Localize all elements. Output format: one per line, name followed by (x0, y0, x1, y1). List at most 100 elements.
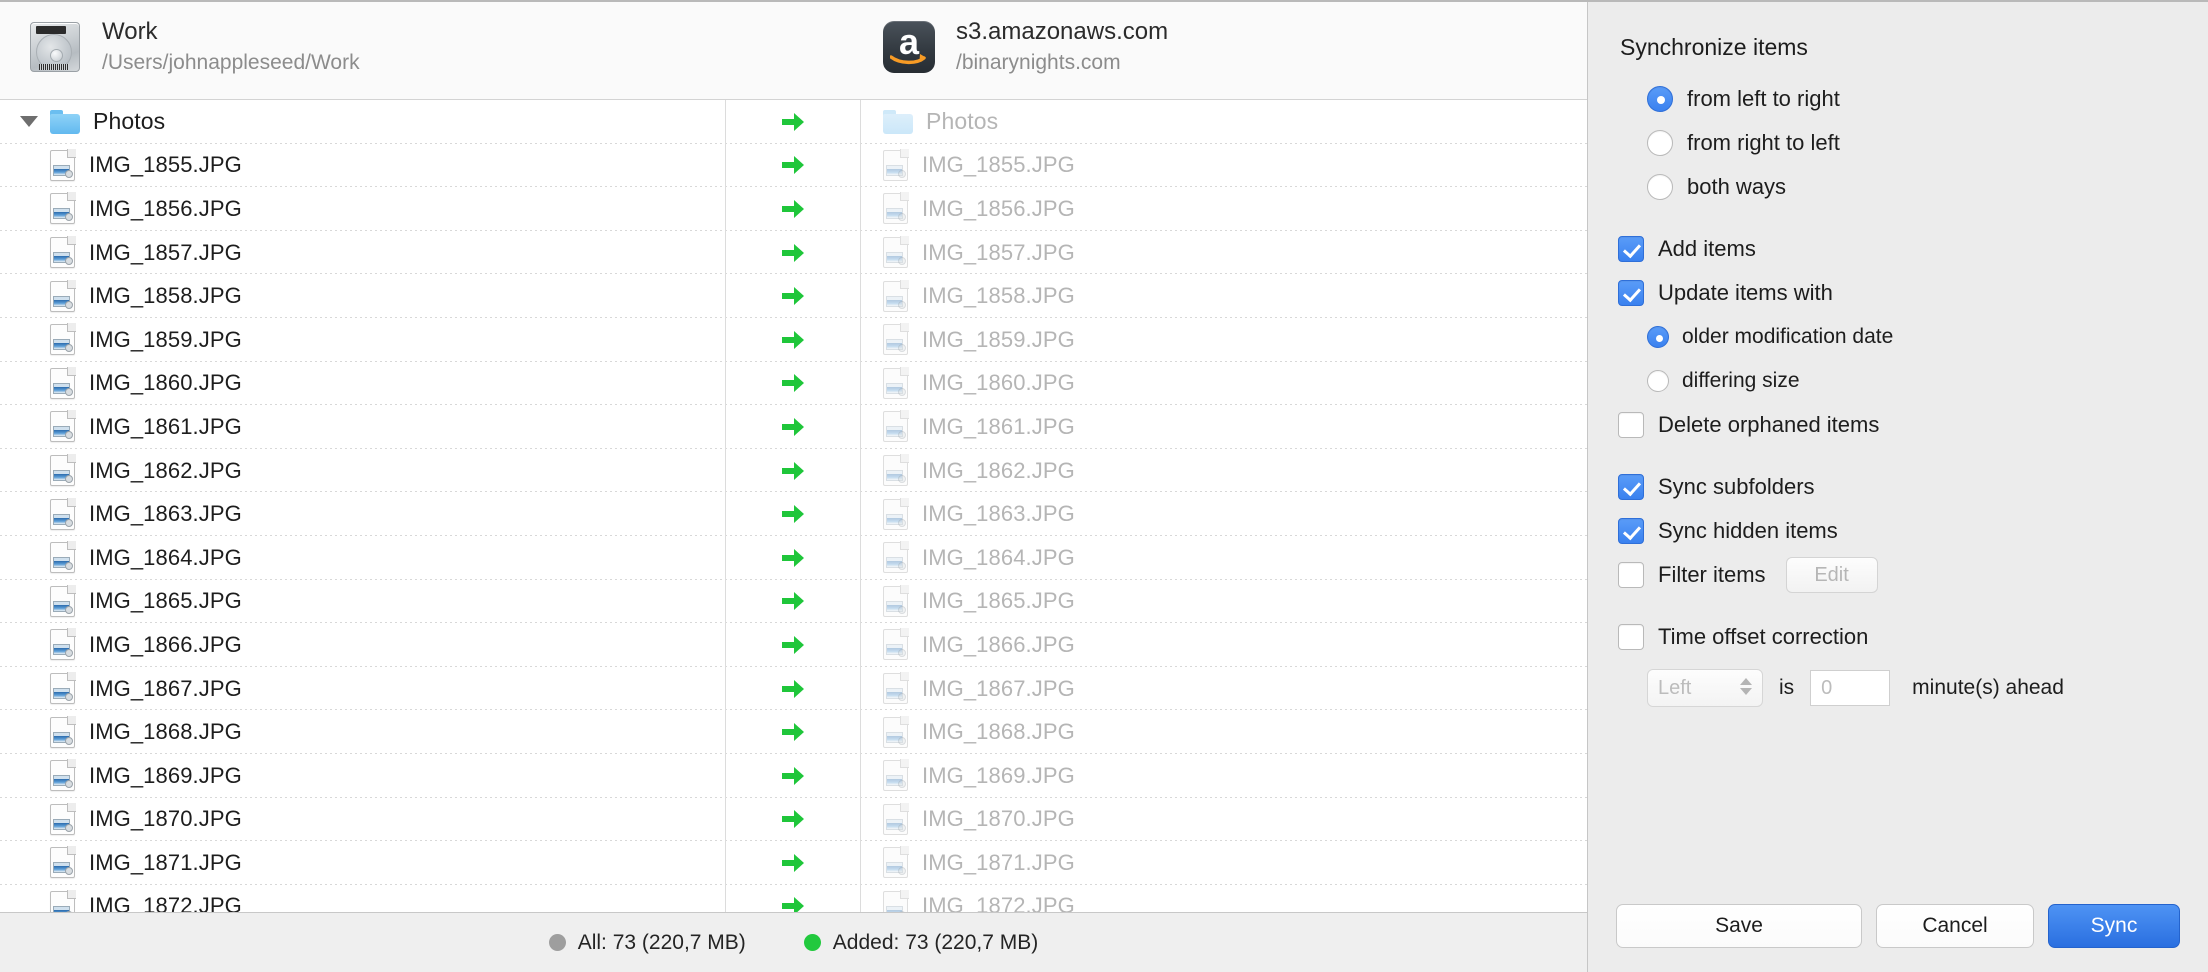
left-pane-cell[interactable]: IMG_1861.JPG (0, 405, 725, 449)
sync-action-cell[interactable] (726, 492, 860, 536)
left-pane-cell[interactable]: IMG_1864.JPG (0, 536, 725, 580)
sync-action-cell[interactable] (726, 100, 860, 144)
radio-from-right-to-left[interactable]: from right to left (1618, 121, 2178, 165)
save-button[interactable]: Save (1616, 904, 1862, 948)
table-row[interactable]: IMG_1855.JPG IMG_1855.JPG (0, 144, 1587, 188)
table-row[interactable]: IMG_1870.JPG IMG_1870.JPG (0, 798, 1587, 842)
left-pane-cell[interactable]: IMG_1856.JPG (0, 187, 725, 231)
table-row[interactable]: IMG_1856.JPG IMG_1856.JPG (0, 187, 1587, 231)
left-pane-cell[interactable]: IMG_1865.JPG (0, 580, 725, 624)
sync-action-cell[interactable] (726, 798, 860, 842)
checkbox-delete-orphaned-items[interactable]: Delete orphaned items (1618, 403, 2178, 447)
cancel-button[interactable]: Cancel (1876, 904, 2034, 948)
sync-action-cell[interactable] (726, 841, 860, 885)
checkbox-icon[interactable] (1618, 624, 1644, 650)
right-pane-cell[interactable]: IMG_1868.JPG (861, 710, 1587, 754)
table-row[interactable]: IMG_1861.JPG IMG_1861.JPG (0, 405, 1587, 449)
radio-icon[interactable] (1647, 326, 1669, 348)
left-pane-cell[interactable]: IMG_1857.JPG (0, 231, 725, 275)
right-pane-cell[interactable]: IMG_1860.JPG (861, 362, 1587, 406)
right-pane-cell[interactable]: IMG_1856.JPG (861, 187, 1587, 231)
left-pane-cell[interactable]: IMG_1858.JPG (0, 274, 725, 318)
sync-action-cell[interactable] (726, 144, 860, 188)
left-pane-cell[interactable]: Photos (0, 100, 725, 144)
checkbox-time-offset-correction[interactable]: Time offset correction (1618, 615, 2178, 659)
right-pane-cell[interactable]: IMG_1867.JPG (861, 667, 1587, 711)
left-pane-cell[interactable]: IMG_1863.JPG (0, 492, 725, 536)
sync-action-cell[interactable] (726, 623, 860, 667)
sync-action-cell[interactable] (726, 710, 860, 754)
checkbox-sync-hidden-items[interactable]: Sync hidden items (1618, 509, 2178, 553)
table-row[interactable]: IMG_1864.JPG IMG_1864.JPG (0, 536, 1587, 580)
right-pane-cell[interactable]: IMG_1863.JPG (861, 492, 1587, 536)
radio-older-modification-date[interactable]: older modification date (1618, 315, 2178, 359)
radio-icon[interactable] (1647, 130, 1673, 156)
left-pane-cell[interactable]: IMG_1871.JPG (0, 841, 725, 885)
right-pane-cell[interactable]: IMG_1857.JPG (861, 231, 1587, 275)
checkbox-filter-items[interactable]: Filter items Edit (1618, 553, 2178, 597)
radio-both-ways[interactable]: both ways (1618, 165, 2178, 209)
checkbox-icon[interactable] (1618, 562, 1644, 588)
right-pane-cell[interactable]: IMG_1862.JPG (861, 449, 1587, 493)
table-row[interactable]: IMG_1860.JPG IMG_1860.JPG (0, 362, 1587, 406)
filter-edit-button[interactable]: Edit (1785, 557, 1878, 593)
disclosure-triangle-icon[interactable] (20, 116, 38, 128)
sync-action-cell[interactable] (726, 231, 860, 275)
right-pane-cell[interactable]: IMG_1870.JPG (861, 798, 1587, 842)
left-pane-cell[interactable]: IMG_1866.JPG (0, 623, 725, 667)
table-row[interactable]: IMG_1858.JPG IMG_1858.JPG (0, 274, 1587, 318)
source-right[interactable]: a s3.amazonaws.com /binarynights.com (878, 16, 1168, 78)
right-pane-cell[interactable]: IMG_1869.JPG (861, 754, 1587, 798)
checkbox-add-items[interactable]: Add items (1618, 227, 2178, 271)
checkbox-update-items-with[interactable]: Update items with (1618, 271, 2178, 315)
checkbox-sync-subfolders[interactable]: Sync subfolders (1618, 465, 2178, 509)
radio-icon[interactable] (1647, 174, 1673, 200)
right-pane-cell[interactable]: IMG_1855.JPG (861, 144, 1587, 188)
table-row[interactable]: IMG_1867.JPG IMG_1867.JPG (0, 667, 1587, 711)
checkbox-icon[interactable] (1618, 236, 1644, 262)
left-pane-cell[interactable]: IMG_1862.JPG (0, 449, 725, 493)
table-row[interactable]: IMG_1872.JPG IMG_1872.JPG (0, 885, 1587, 912)
left-pane-cell[interactable]: IMG_1855.JPG (0, 144, 725, 188)
right-pane-cell[interactable]: IMG_1864.JPG (861, 536, 1587, 580)
checkbox-icon[interactable] (1618, 280, 1644, 306)
right-pane-cell[interactable]: IMG_1865.JPG (861, 580, 1587, 624)
time-offset-minutes-input[interactable]: 0 (1810, 670, 1891, 706)
radio-differing-size[interactable]: differing size (1618, 359, 2178, 403)
table-row[interactable]: IMG_1862.JPG IMG_1862.JPG (0, 449, 1587, 493)
radio-icon[interactable] (1647, 370, 1669, 392)
sync-action-cell[interactable] (726, 318, 860, 362)
right-pane-cell[interactable]: IMG_1858.JPG (861, 274, 1587, 318)
sync-action-cell[interactable] (726, 536, 860, 580)
table-row[interactable]: IMG_1863.JPG IMG_1863.JPG (0, 492, 1587, 536)
checkbox-icon[interactable] (1618, 412, 1644, 438)
checkbox-icon[interactable] (1618, 474, 1644, 500)
right-pane-cell[interactable]: Photos (861, 100, 1587, 144)
sync-action-cell[interactable] (726, 362, 860, 406)
sync-action-cell[interactable] (726, 449, 860, 493)
left-pane-cell[interactable]: IMG_1868.JPG (0, 710, 725, 754)
table-row[interactable]: IMG_1865.JPG IMG_1865.JPG (0, 580, 1587, 624)
table-row[interactable]: IMG_1871.JPG IMG_1871.JPG (0, 841, 1587, 885)
sync-action-cell[interactable] (726, 754, 860, 798)
radio-from-left-to-right[interactable]: from left to right (1618, 77, 2178, 121)
right-pane-cell[interactable]: IMG_1861.JPG (861, 405, 1587, 449)
sync-action-cell[interactable] (726, 405, 860, 449)
sync-action-cell[interactable] (726, 187, 860, 231)
sync-button[interactable]: Sync (2048, 904, 2180, 948)
source-left[interactable]: Work /Users/johnappleseed/Work (24, 16, 360, 78)
sync-action-cell[interactable] (726, 885, 860, 912)
left-pane-cell[interactable]: IMG_1872.JPG (0, 885, 725, 912)
time-offset-side-select[interactable]: Left (1647, 669, 1763, 707)
right-pane-cell[interactable]: IMG_1859.JPG (861, 318, 1587, 362)
sync-action-cell[interactable] (726, 274, 860, 318)
sync-action-cell[interactable] (726, 580, 860, 624)
table-row[interactable]: IMG_1866.JPG IMG_1866.JPG (0, 623, 1587, 667)
chevron-updown-icon[interactable] (1740, 678, 1752, 695)
checkbox-icon[interactable] (1618, 518, 1644, 544)
sync-action-cell[interactable] (726, 667, 860, 711)
table-row[interactable]: IMG_1869.JPG IMG_1869.JPG (0, 754, 1587, 798)
right-pane-cell[interactable]: IMG_1872.JPG (861, 885, 1587, 912)
left-pane-cell[interactable]: IMG_1859.JPG (0, 318, 725, 362)
left-pane-cell[interactable]: IMG_1870.JPG (0, 798, 725, 842)
